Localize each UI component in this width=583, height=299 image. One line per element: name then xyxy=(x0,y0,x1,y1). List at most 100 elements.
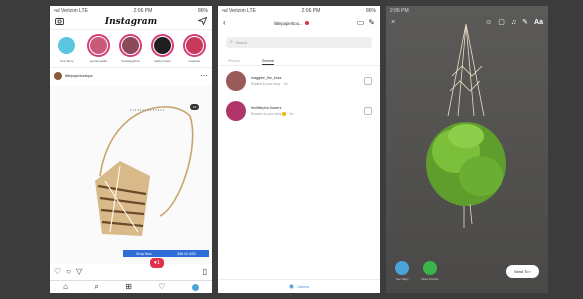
story-bottom-bar: Your Story Close Friends Send To › xyxy=(386,261,548,281)
story-item[interactable]: thedesignhub xyxy=(117,34,144,65)
share-icon[interactable]: ▽ xyxy=(76,268,82,276)
profile-tab[interactable] xyxy=(191,283,199,291)
close-friends-button[interactable]: Close Friends xyxy=(421,261,438,281)
instagram-feed-screen: •ul Verizon LTE 2:06 PM 86% Instagram Yo… xyxy=(50,6,212,293)
post-image[interactable] xyxy=(50,86,212,264)
your-story-label: Your Story xyxy=(395,277,409,281)
close-friends-label: Close Friends xyxy=(421,277,439,281)
avatar xyxy=(122,37,139,54)
smiley-face-icon[interactable]: ☺ xyxy=(485,19,492,26)
shop-price: $48.00 USD xyxy=(177,251,197,256)
story-name: thedesignhub xyxy=(121,59,140,63)
search-input[interactable]: ⌕ Search xyxy=(226,37,372,48)
story-toolbar: × ☺ ▢ ♫ ✎ Aa xyxy=(386,16,548,28)
send-to-button[interactable]: Send To › xyxy=(505,265,539,278)
avatar xyxy=(58,37,75,54)
sticker-icon[interactable]: ▢ xyxy=(498,18,505,26)
close-icon[interactable]: × xyxy=(391,19,395,26)
direct-messages-screen: •ul Verizon LTE 2:06 PM 86% ‹ littlepape… xyxy=(218,6,380,293)
status-bar: •ul Verizon LTE 2:06 PM 86% xyxy=(218,6,380,15)
status-dot xyxy=(304,21,309,26)
post-header: littlepaperboutique ⋯ xyxy=(50,68,212,84)
your-story-button[interactable]: Your Story xyxy=(395,261,409,281)
shop-label: Shop Now xyxy=(135,251,152,256)
stories-tray: Your Story jennaroselife thedesignhub ka… xyxy=(50,30,212,68)
camera-icon[interactable] xyxy=(364,77,372,85)
story-item[interactable]: jennaroselife xyxy=(85,34,112,65)
story-ring xyxy=(151,34,174,57)
thread-message: Reacted to your story · 2m xyxy=(251,111,294,117)
time-label: 2:06 PM xyxy=(301,7,321,14)
camera-icon[interactable] xyxy=(364,107,372,115)
app-title: Instagram xyxy=(104,17,158,27)
carrier-label: •ul Verizon LTE xyxy=(54,7,88,14)
dm-header: ‹ littlepaperbou... ▭ ✎ xyxy=(218,15,380,31)
avatar xyxy=(395,261,409,275)
story-name: kathrynstyle xyxy=(154,59,171,63)
compose-icon[interactable]: ✎ xyxy=(368,19,375,27)
tag-pill[interactable]: 12 xyxy=(190,104,200,110)
thread-time: 1m xyxy=(283,82,288,86)
thread-message-text: Reacted to your story xyxy=(251,111,282,116)
music-icon[interactable]: ♫ xyxy=(511,19,516,26)
notification-badge[interactable]: ♥1 xyxy=(150,258,164,268)
thread-message: Replied to your story · 1m xyxy=(251,82,288,86)
back-icon[interactable]: ‹ xyxy=(223,19,226,27)
thread-name: thelittlepink.flowers xyxy=(251,105,282,110)
story-ring xyxy=(87,34,110,57)
send-icon[interactable] xyxy=(196,16,208,27)
home-icon[interactable]: ⌂ xyxy=(63,283,68,291)
text-tool-button[interactable]: Aa xyxy=(534,19,543,26)
heart-icon[interactable]: ♡ xyxy=(158,283,165,291)
shop-bar[interactable]: Shop Now $48.00 USD xyxy=(123,250,209,257)
tab-primary[interactable]: Primary xyxy=(228,56,240,65)
camera-icon[interactable] xyxy=(55,17,64,27)
notification-count: 1 xyxy=(156,260,160,266)
bottom-tab-bar: ⌂ ⌕ ⊞ ♡ xyxy=(50,280,212,293)
story-name: mattrose xyxy=(188,59,201,63)
story-item[interactable]: kathrynstyle xyxy=(149,34,176,65)
time-label: 2:06 PM xyxy=(390,7,409,14)
avatar[interactable] xyxy=(54,72,62,80)
story-editor-screen: 2:06 PM × ☺ ▢ ♫ ✎ Aa Your Story Close Fr… xyxy=(386,6,548,293)
emoji-icon xyxy=(282,112,287,117)
thread-body: thelittlepink.flowers Reacted to your st… xyxy=(251,105,359,117)
list-item[interactable]: thelittlepink.flowers Reacted to your st… xyxy=(218,96,380,126)
thread-body: maggiee_the_boss Replied to your story ·… xyxy=(251,76,359,86)
video-icon[interactable]: ▭ xyxy=(357,19,365,27)
thread-time: 2m xyxy=(289,111,294,116)
heart-icon[interactable]: ♡ xyxy=(54,268,61,276)
thread-name: maggiee_the_boss xyxy=(251,76,282,80)
draw-icon[interactable]: ✎ xyxy=(522,18,528,26)
add-icon[interactable]: ⊞ xyxy=(125,283,132,291)
list-item[interactable]: maggiee_the_boss Replied to your story ·… xyxy=(218,66,380,96)
thread-message-text: Replied to your story xyxy=(251,82,281,86)
plant-illustration xyxy=(426,23,506,228)
story-item[interactable]: mattrose xyxy=(181,34,208,65)
dm-title[interactable]: littlepaperbou... xyxy=(230,21,353,26)
close-friends-icon xyxy=(422,261,437,275)
story-name: Your Story xyxy=(59,59,74,63)
status-bar: •ul Verizon LTE 2:06 PM 86% xyxy=(50,6,212,15)
avatar xyxy=(226,71,246,91)
post-actions: ♡ ○ ▽ xyxy=(54,268,82,276)
story-ring xyxy=(183,34,206,57)
story-item[interactable]: Your Story xyxy=(53,34,80,65)
battery-label: 86% xyxy=(197,7,208,14)
avatar xyxy=(186,37,203,54)
post-username[interactable]: littlepaperboutique xyxy=(65,74,197,78)
camera-icon: ◉ xyxy=(288,283,295,290)
camera-footer[interactable]: ◉ Camera xyxy=(218,279,380,293)
more-options-icon[interactable]: ⋯ xyxy=(200,72,208,80)
story-ring xyxy=(55,34,78,57)
dm-tabs: Primary General xyxy=(218,54,380,66)
tab-general[interactable]: General xyxy=(261,56,274,65)
carrier-label: •ul Verizon LTE xyxy=(222,7,256,14)
search-icon[interactable]: ⌕ xyxy=(94,283,98,291)
bookmark-icon[interactable]: ▯ xyxy=(203,268,207,276)
post-tags: • • • • • • • • • • • • • • xyxy=(130,108,165,112)
battery-label: 86% xyxy=(365,7,376,14)
avatar xyxy=(154,37,171,54)
app-header: Instagram xyxy=(50,15,212,30)
comment-icon[interactable]: ○ xyxy=(66,268,71,276)
